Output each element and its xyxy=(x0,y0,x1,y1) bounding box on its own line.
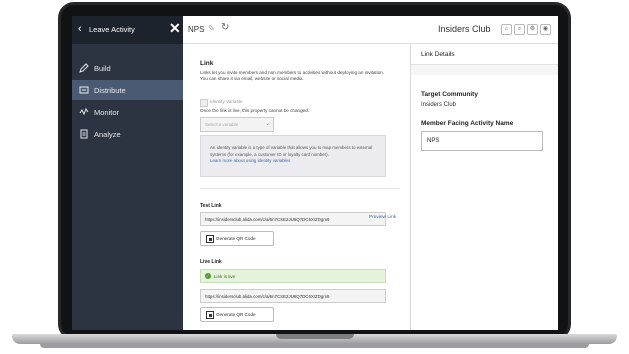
select-placeholder: Select a variable xyxy=(205,122,239,127)
variable-select[interactable]: Select a variable ⌄ xyxy=(200,117,274,132)
top-bar: NPS ✎ ↻ Insiders Club ⌂ ⌕ ⚙ ◉ xyxy=(183,16,558,44)
sidebar-item-label: Analyze xyxy=(94,130,121,139)
live-status-text: Link is live xyxy=(214,274,236,279)
community-name: Insiders Club xyxy=(438,24,491,34)
leave-activity-link[interactable]: Leave Activity xyxy=(89,25,135,34)
sidebar-item-label: Monitor xyxy=(94,108,120,117)
sidebar-item-build[interactable]: Build xyxy=(72,58,183,78)
qr-code-icon xyxy=(206,235,214,243)
test-link-url: https://insidersclub.alida.com/c/a/6n7CS… xyxy=(205,217,330,222)
chevron-down-icon: ⌄ xyxy=(265,121,271,127)
activity-name: NPS xyxy=(188,25,205,34)
button-label: Generate QR Code xyxy=(216,236,256,241)
sidebar-item-analyze[interactable]: Analyze xyxy=(72,124,183,144)
lock-icon[interactable]: ⌂ xyxy=(501,24,512,35)
sidebar: ‹ Leave Activity ✕ Build Distribute Moni… xyxy=(72,16,183,330)
app-screen: ‹ Leave Activity ✕ Build Distribute Moni… xyxy=(72,16,558,330)
live-link-field[interactable]: https://insidersclub.alida.com/c/a/6n7CS… xyxy=(200,289,386,303)
pencil-icon xyxy=(79,63,89,73)
clipboard-icon xyxy=(80,129,88,139)
once-live-note: Once the link is live, this property can… xyxy=(200,108,310,113)
laptop-notch xyxy=(276,334,354,339)
laptop-shadow xyxy=(40,344,589,348)
preview-link[interactable]: Preview Link xyxy=(369,215,396,220)
details-title: Link Details xyxy=(421,51,455,58)
member-facing-name-label: Member Facing Activity Name xyxy=(421,120,514,127)
learn-more-link[interactable]: Learn more about using identity variable… xyxy=(210,158,290,163)
share-icon xyxy=(79,86,89,94)
sidebar-item-label: Build xyxy=(94,64,111,73)
edit-icon[interactable]: ✎ xyxy=(208,24,215,33)
sidebar-item-monitor[interactable]: Monitor xyxy=(72,102,183,122)
button-label: Generate QR Code xyxy=(216,312,256,317)
details-spacer xyxy=(411,65,558,75)
link-details-panel: Link Details Target Community Insiders C… xyxy=(411,44,558,330)
generate-qr-button-live[interactable]: Generate QR Code xyxy=(200,307,274,322)
live-link-url: https://insidersclub.alida.com/c/a/6n7CS… xyxy=(205,294,330,299)
check-circle-icon: ✓ xyxy=(205,273,211,279)
member-facing-name-value: NPS xyxy=(427,138,440,144)
sidebar-item-distribute[interactable]: Distribute xyxy=(72,80,183,100)
link-description: Links let you invite members and non mem… xyxy=(200,70,385,81)
live-link-heading: Live Link xyxy=(200,259,222,265)
link-panel: Link Links let you invite members and no… xyxy=(183,44,411,330)
identity-variable-checkbox[interactable] xyxy=(200,99,208,107)
info-text: An identity variable is a type of variab… xyxy=(210,145,373,157)
target-community-label: Target Community xyxy=(421,91,478,98)
close-icon[interactable]: ✕ xyxy=(169,20,181,36)
member-facing-name-input[interactable]: NPS xyxy=(421,131,543,151)
info-box: An identity variable is a type of variab… xyxy=(200,135,386,177)
divider xyxy=(200,188,400,189)
test-link-heading: Test Link xyxy=(200,203,222,209)
identity-variable-label: Identity Variable xyxy=(210,99,243,104)
target-community-value: Insiders Club xyxy=(421,102,457,108)
qr-code-icon xyxy=(206,311,214,319)
generate-qr-button[interactable]: Generate QR Code xyxy=(200,231,274,246)
back-icon[interactable]: ‹ xyxy=(78,22,82,36)
section-title: Link xyxy=(200,60,214,67)
gear-icon[interactable]: ⚙ xyxy=(527,24,538,35)
live-status-banner: ✓ Link is live xyxy=(200,269,386,283)
user-icon[interactable]: ◉ xyxy=(540,24,551,35)
refresh-icon[interactable]: ↻ xyxy=(221,22,229,33)
search-icon[interactable]: ⌕ xyxy=(514,24,525,35)
details-header: Link Details xyxy=(411,44,558,65)
sidebar-item-label: Distribute xyxy=(94,86,126,95)
sidebar-header: ‹ Leave Activity ✕ xyxy=(72,16,183,44)
monitor-icon xyxy=(79,107,89,116)
test-link-field[interactable]: https://insidersclub.alida.com/c/a/6n7CS… xyxy=(200,212,386,226)
